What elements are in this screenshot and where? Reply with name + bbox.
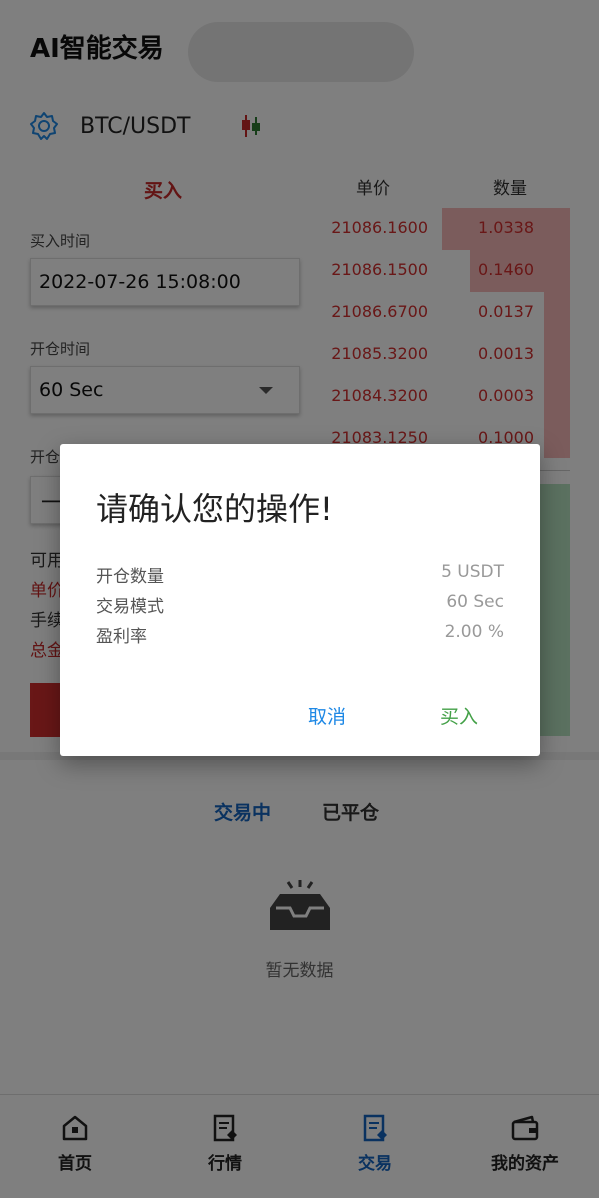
dialog-row-amount: 开仓数量 5 USDT [96,562,504,592]
confirm-dialog: 请确认您的操作! 开仓数量 5 USDT 交易模式 60 Sec 盈利率 2.0… [60,444,540,756]
dialog-row-value: 2.00 % [444,622,504,642]
dialog-row-key: 开仓数量 [96,567,164,587]
dialog-row-value: 60 Sec [446,592,504,612]
confirm-buy-button[interactable]: 买入 [440,702,478,729]
dialog-row-mode: 交易模式 60 Sec [96,592,504,622]
dialog-row-profit: 盈利率 2.00 % [96,622,504,652]
dialog-row-value: 5 USDT [441,562,504,582]
dialog-row-key: 交易模式 [96,597,164,617]
dialog-title: 请确认您的操作! [96,490,333,528]
cancel-button[interactable]: 取消 [308,702,346,729]
dialog-row-key: 盈利率 [96,627,147,647]
